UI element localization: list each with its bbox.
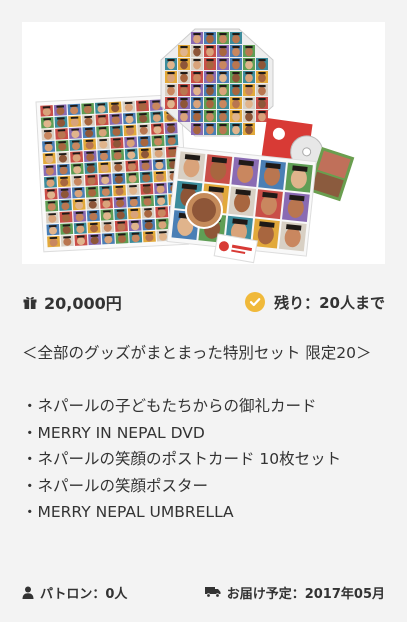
item-line: ・MERRY IN NEPAL DVD [22,423,205,442]
item-line: ・ネパールの笑顔のポストカード 10枚セット [22,450,342,468]
truck-icon [204,587,221,598]
remaining-stock: 残り：20人まで [245,292,385,313]
item-line: ・ネパールの笑顔ポスター [22,476,209,495]
patron-label: パトロン：0人 [40,586,128,602]
delivery-date: お届け予定：2017年05月 [204,583,385,602]
user-icon [22,586,34,599]
reward-description: ＜全部のグッズがまとまった特別セット 限定20＞ ・ネパールの子どもたちからの御… [22,340,385,526]
description-title: ＜全部のグッズがまとまった特別セット 限定20＞ [22,344,372,362]
delivery-label: お届け予定：2017年05月 [226,586,385,602]
item-line: ・ネパールの子どもたちからの御礼カード [22,397,317,415]
price-row: 20,000円 残り：20人まで [22,288,385,316]
price-value: 20,000円 [44,294,122,313]
poster [35,93,190,253]
round-card [185,191,223,229]
gift-icon [23,297,37,309]
check-circle-icon [245,292,266,312]
price: 20,000円 [22,290,122,314]
reward-footer: パトロン：0人 お届け予定：2017年05月 [22,580,385,604]
item-line: ・MERRY NEPAL UMBRELLA [22,503,234,521]
product-image [22,22,385,264]
umbrella [160,28,274,137]
reward-card[interactable]: 20,000円 残り：20人まで ＜全部のグッズがまとまった特別セット 限定20… [0,0,407,622]
goods-set-illustration [35,28,355,264]
remaining-label: 残り：20人まで [274,293,385,312]
patron-count: パトロン：0人 [22,583,127,602]
